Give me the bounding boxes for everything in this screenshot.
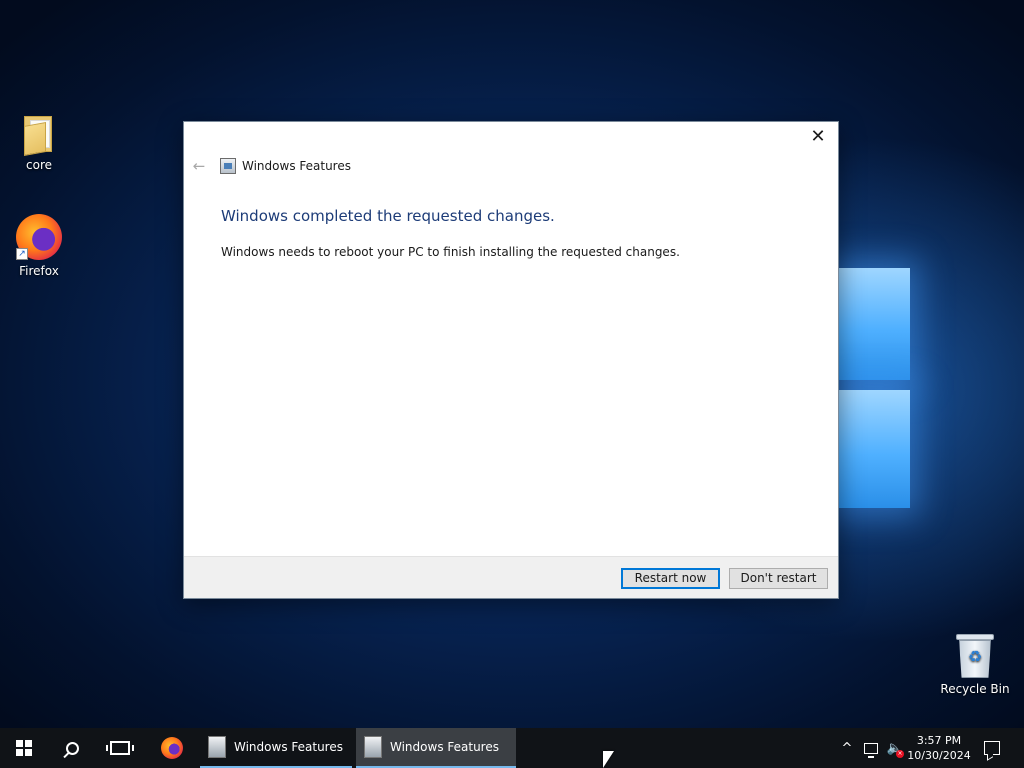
dialog-heading: Windows completed the requested changes. <box>221 207 555 225</box>
notification-icon <box>984 741 1000 755</box>
clock-button[interactable]: 3:57 PM 10/30/2024 <box>906 728 972 768</box>
taskbar-firefox-button[interactable] <box>150 728 194 768</box>
desktop-icon-firefox[interactable]: ↗ Firefox <box>3 214 75 278</box>
firefox-icon <box>161 737 183 759</box>
dialog-title: Windows Features <box>242 159 351 173</box>
network-tray-button[interactable] <box>860 728 882 768</box>
network-icon <box>864 742 878 758</box>
windows-features-dialog: ✕ ← Windows Features Windows completed t… <box>183 121 839 599</box>
dialog-button-bar: Restart now Don't restart <box>184 556 838 598</box>
folder-icon <box>22 114 56 156</box>
clock-time: 3:57 PM <box>916 734 962 747</box>
clock-date: 10/30/2024 <box>907 749 971 762</box>
firefox-icon: ↗ <box>16 214 62 260</box>
taskbar-app-windows-features-2[interactable]: Windows Features <box>356 728 516 768</box>
desktop-icon-recycle-bin[interactable]: ♻ Recycle Bin <box>939 634 1011 696</box>
taskbar: Windows Features Windows Features ^ 🔈 × … <box>0 728 1024 768</box>
windows-logo-wallpaper <box>838 268 912 510</box>
windows-features-icon <box>364 736 382 758</box>
windows-start-icon <box>16 740 32 756</box>
dialog-body-text: Windows needs to reboot your PC to finis… <box>221 245 680 259</box>
chevron-up-icon: ^ <box>841 740 853 756</box>
dont-restart-button[interactable]: Don't restart <box>729 568 828 589</box>
mouse-cursor-icon <box>603 751 614 768</box>
windows-features-icon <box>208 736 226 758</box>
taskbar-app-windows-features-1[interactable]: Windows Features <box>200 728 352 768</box>
desktop-icon-core[interactable]: core <box>3 114 75 172</box>
shortcut-arrow-icon: ↗ <box>16 248 28 260</box>
search-icon <box>65 741 79 755</box>
close-button[interactable]: ✕ <box>804 126 832 148</box>
windows-features-icon <box>220 158 236 174</box>
search-button[interactable] <box>48 728 96 768</box>
back-arrow-icon[interactable]: ← <box>190 157 208 175</box>
desktop-icon-label: Firefox <box>19 264 59 278</box>
recycle-bin-icon: ♻ <box>956 634 994 678</box>
task-view-icon <box>106 741 134 755</box>
restart-now-button[interactable]: Restart now <box>621 568 720 589</box>
show-hidden-icons-button[interactable]: ^ <box>836 728 858 768</box>
volume-tray-button[interactable]: 🔈 × <box>884 728 906 768</box>
task-view-button[interactable] <box>96 728 144 768</box>
start-button[interactable] <box>0 728 48 768</box>
action-center-button[interactable] <box>978 728 1006 768</box>
desktop-icon-label: Recycle Bin <box>940 682 1010 696</box>
muted-icon: × <box>896 750 904 758</box>
desktop-icon-label: core <box>26 158 52 172</box>
taskbar-app-label: Windows Features <box>234 740 343 754</box>
taskbar-app-label: Windows Features <box>390 740 499 754</box>
dialog-nav-row: ← Windows Features <box>190 156 351 176</box>
